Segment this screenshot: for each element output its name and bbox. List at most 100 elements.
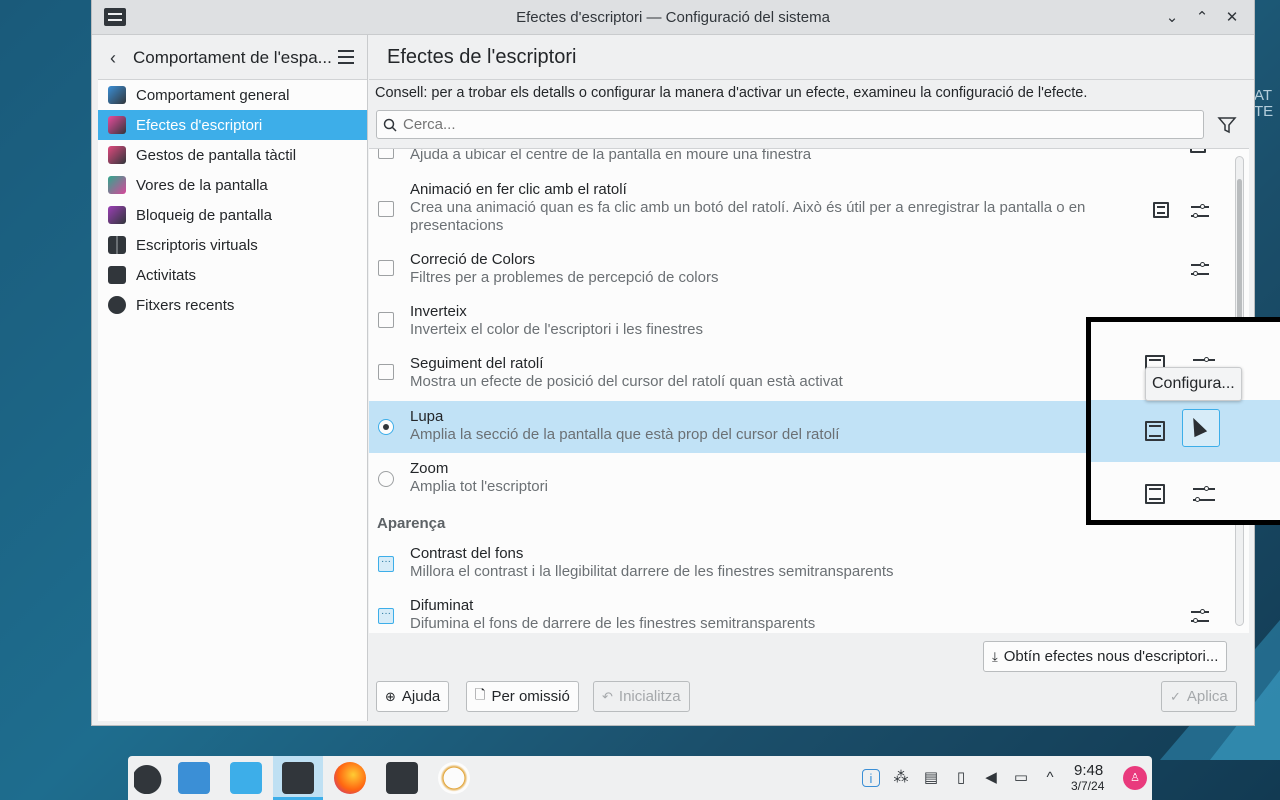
reset-label: Inicialitza [618, 688, 681, 705]
sidebar-item-virtual-desktops[interactable]: Escriptoris virtuals [98, 230, 367, 260]
effect-description: Inverteix el color de l'escriptori i les… [410, 321, 703, 338]
configure-icon[interactable] [1191, 202, 1209, 220]
exclusive-group-indicator[interactable]: ··· [378, 608, 394, 624]
effect-description: Amplia tot l'escriptori [410, 478, 548, 495]
search-input[interactable] [403, 116, 1183, 133]
effect-description: Mostra un efecte de posició del cursor d… [410, 373, 843, 390]
configure-icon[interactable] [1191, 260, 1209, 278]
effect-name: Animació en fer clic amb el ratolí [410, 181, 627, 198]
document-defaults-icon: 🗋 [475, 686, 486, 702]
reset-button[interactable]: ↶ Inicialitza [593, 681, 690, 712]
tray-expand-icon[interactable]: ^ [1041, 769, 1059, 787]
effect-name: Contrast del fons [410, 545, 524, 562]
desktop-corner-text: AT TE [1254, 87, 1274, 120]
search-field[interactable] [376, 110, 1204, 139]
help-icon: ⊕ [385, 688, 396, 704]
usb-icon[interactable]: ▯ [952, 769, 970, 787]
sidebar-item-screen-edges[interactable]: Vores de la pantalla [98, 170, 367, 200]
sidebar-title: Comportament de l'espa... [133, 48, 332, 67]
screen-lock-icon [108, 206, 126, 224]
user-avatar-icon[interactable]: ♙ [1123, 766, 1147, 790]
list-item[interactable]: Correció de Colors Filtres per a problem… [369, 245, 1237, 291]
get-new-effects-button[interactable]: ⤓ Obtín efectes nous d'escriptori... [983, 641, 1228, 672]
general-behavior-icon [108, 86, 126, 104]
effect-description: Filtres per a problemes de percepció de … [410, 269, 719, 286]
effect-checkbox[interactable] [378, 260, 394, 276]
effect-description: Ajuda a ubicar el centre de la pantalla … [410, 148, 812, 163]
apply-label: Aplica [1186, 688, 1228, 705]
back-icon[interactable]: ‹ [110, 48, 116, 69]
effect-description: Difumina el fons de darrere de les fines… [410, 615, 816, 632]
help-label: Ajuda [401, 688, 441, 705]
sidebar-item-desktop-effects[interactable]: Efectes d'escriptori [98, 110, 367, 140]
sidebar-item-touch-gestures[interactable]: Gestos de pantalla tàctil [98, 140, 367, 170]
effect-name: Lupa [410, 408, 444, 425]
effect-checkbox[interactable] [378, 201, 394, 217]
kde-launcher-icon[interactable] [134, 762, 166, 794]
effect-description: Millora el contrast i la llegibilitat da… [410, 563, 894, 580]
close-button[interactable]: ✕ [1220, 6, 1244, 30]
page-title: Efectes de l'escriptori [369, 35, 1254, 80]
list-item[interactable]: ··· Contrast del fons Millora el contras… [369, 539, 1237, 585]
effect-name: Zoom [410, 460, 449, 477]
sidebar-item-label: Gestos de pantalla tàctil [136, 146, 297, 164]
clipboard-icon[interactable]: ▤ [922, 769, 940, 787]
filter-icon[interactable] [1217, 115, 1237, 135]
discover-icon[interactable] [178, 762, 210, 794]
list-item[interactable]: Animació en fer clic amb el ratolí Crea … [369, 175, 1237, 237]
sidebar-item-label: Efectes d'escriptori [136, 116, 263, 134]
video-preview-icon[interactable] [1190, 149, 1206, 153]
network-icon[interactable]: ▭ [1012, 769, 1030, 787]
video-preview-icon[interactable] [1145, 421, 1165, 441]
defaults-label: Per omissió [491, 688, 570, 705]
virtual-desktops-icon [108, 236, 126, 254]
effect-name: Inverteix [410, 303, 467, 320]
effect-checkbox[interactable] [378, 364, 394, 380]
hamburger-menu-icon[interactable] [338, 50, 354, 64]
help-button[interactable]: ⊕ Ajuda [376, 681, 450, 712]
taskbar: i ⁂ ▤ ▯ ◀ ▭ ^ 9:48 3/7/24 ♙ [128, 756, 1152, 800]
sidebar-item-screen-lock[interactable]: Bloqueig de pantalla [98, 200, 367, 230]
list-item[interactable]: Ajuda a ubicar el centre de la pantalla … [369, 148, 1237, 171]
clock-time[interactable]: 9:48 [1074, 762, 1103, 779]
section-heading: Aparença [377, 515, 446, 532]
window-title: Efectes d'escriptori — Configuració del … [516, 9, 830, 26]
effect-radio[interactable] [378, 419, 394, 435]
configure-tooltip: Configura... [1145, 367, 1242, 401]
effect-radio[interactable] [378, 471, 394, 487]
minimize-button[interactable]: ⌄ [1160, 6, 1184, 30]
effect-name: Seguiment del ratolí [410, 355, 544, 372]
recent-files-icon [108, 296, 126, 314]
sidebar-item-general-behavior[interactable]: Comportament general [98, 80, 367, 110]
kolourpaint-icon[interactable] [438, 762, 470, 794]
configure-icon[interactable] [1193, 484, 1215, 506]
volume-icon[interactable]: ◀ [982, 769, 1000, 787]
maximize-button[interactable]: ⌃ [1190, 6, 1214, 30]
accessibility-icon[interactable]: i [862, 769, 880, 787]
sidebar-item-label: Vores de la pantalla [136, 176, 268, 194]
activities-icon [108, 266, 126, 284]
effect-checkbox[interactable] [378, 149, 394, 159]
firefox-icon[interactable] [334, 762, 366, 794]
effect-checkbox[interactable] [378, 312, 394, 328]
video-preview-icon[interactable] [1145, 484, 1165, 504]
defaults-button[interactable]: 🗋 Per omissió [466, 681, 579, 712]
title-bar: Efectes d'escriptori — Configuració del … [92, 0, 1254, 35]
apply-button[interactable]: ✓ Aplica [1161, 681, 1237, 712]
desktop-effects-icon [108, 116, 126, 134]
configure-icon[interactable] [1191, 607, 1209, 625]
video-preview-icon[interactable] [1153, 202, 1169, 218]
sidebar-item-recent-files[interactable]: Fitxers recents [98, 290, 367, 320]
kdeconnect-icon[interactable]: ⁂ [892, 769, 910, 787]
kcalc-icon[interactable] [386, 762, 418, 794]
system-settings-icon[interactable] [282, 762, 314, 794]
sidebar-item-activities[interactable]: Activitats [98, 260, 367, 290]
exclusive-group-indicator[interactable]: ··· [378, 556, 394, 572]
clock-date[interactable]: 3/7/24 [1071, 779, 1104, 793]
sidebar-header: ‹ Comportament de l'espa... [98, 35, 367, 80]
dolphin-icon[interactable] [230, 762, 262, 794]
sidebar-item-label: Comportament general [136, 86, 290, 104]
sidebar-item-label: Escriptoris virtuals [136, 236, 258, 254]
list-item[interactable]: ··· Difuminat Difumina el fons de darrer… [369, 591, 1237, 633]
sidebar-item-label: Fitxers recents [136, 296, 235, 314]
